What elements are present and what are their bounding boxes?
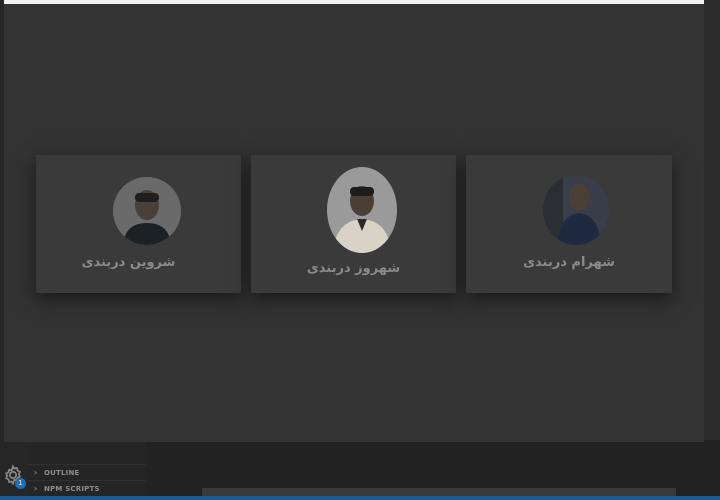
avatar xyxy=(113,177,181,245)
chevron-right-icon: › xyxy=(34,484,38,493)
preview-top-bar xyxy=(4,0,704,4)
manage-settings-button[interactable]: 1 xyxy=(2,464,26,489)
horizontal-scrollbar[interactable] xyxy=(202,488,676,496)
team-cards: شروین دربندی شهروز دربندی شهرام دربندی xyxy=(36,155,674,295)
avatar xyxy=(543,175,609,245)
preview-window: شروین دربندی شهروز دربندی شهرام دربندی xyxy=(4,0,704,442)
member-name: شهرام دربندی xyxy=(523,255,615,270)
section-outline[interactable]: › OUTLINE xyxy=(28,464,146,480)
status-bar xyxy=(0,496,720,500)
activity-bar-bottom: 1 xyxy=(2,464,26,489)
member-name: شهروز دربندی xyxy=(306,261,401,276)
member-name: شروین دربندی xyxy=(81,255,176,270)
person-photo-icon xyxy=(327,167,397,253)
team-card: شروین دربندی xyxy=(36,155,241,293)
section-label: NPM SCRIPTS xyxy=(44,484,100,493)
person-photo-icon xyxy=(543,175,609,245)
notification-badge: 1 xyxy=(15,478,26,489)
section-label: OUTLINE xyxy=(44,468,80,477)
side-bar-sections: › OUTLINE › NPM SCRIPTS xyxy=(28,464,146,496)
person-photo-icon xyxy=(113,177,181,245)
avatar xyxy=(327,167,397,253)
team-card: شهرام دربندی xyxy=(466,155,672,293)
chevron-right-icon: › xyxy=(34,468,38,477)
section-npm-scripts[interactable]: › NPM SCRIPTS xyxy=(28,480,146,496)
team-card: شهروز دربندی xyxy=(251,155,456,293)
